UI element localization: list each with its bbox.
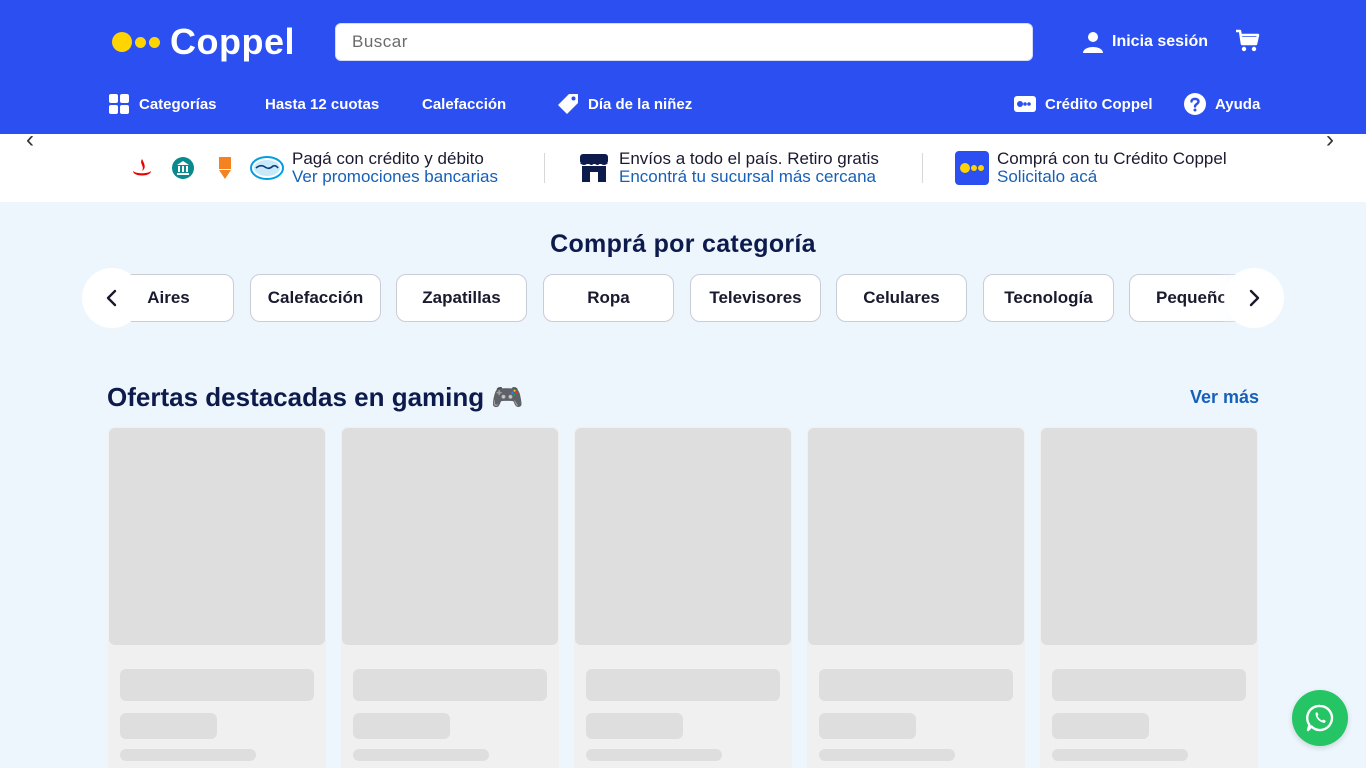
- info-shipping-link[interactable]: Encontrá tu sucursal más cercana: [619, 167, 876, 187]
- nav-calefaccion[interactable]: Calefacción: [422, 92, 506, 116]
- info-payment-link[interactable]: Ver promociones bancarias: [292, 167, 498, 187]
- info-credit-link[interactable]: Solicitalo acá: [997, 167, 1097, 187]
- divider: [544, 153, 545, 183]
- coppel-credit-icon: [955, 151, 989, 185]
- store-icon: [578, 152, 610, 184]
- categories-title: Comprá por categoría: [550, 230, 816, 258]
- help-icon: [1184, 93, 1206, 115]
- card-icon: [1014, 96, 1036, 112]
- product-card-skeleton[interactable]: [341, 427, 559, 768]
- galicia-icon: [216, 155, 234, 181]
- whatsapp-icon: [1306, 704, 1334, 732]
- category-tecnologia[interactable]: Tecnología: [983, 274, 1114, 322]
- category-carousel: Aires Calefacción Zapatillas Ropa Televi…: [104, 274, 1258, 322]
- category-prev-button[interactable]: [82, 268, 142, 328]
- search-bar[interactable]: [335, 23, 1033, 61]
- nav-label: Hasta 12 cuotas: [265, 95, 380, 113]
- strip-next-arrow[interactable]: ›: [1326, 126, 1334, 154]
- category-celulares[interactable]: Celulares: [836, 274, 967, 322]
- info-credit-title: Comprá con tu Crédito Coppel: [997, 149, 1227, 168]
- mercadopago-icon: [249, 155, 285, 181]
- product-card-skeleton[interactable]: [108, 427, 326, 768]
- whatsapp-button[interactable]: [1292, 690, 1348, 746]
- category-ropa[interactable]: Ropa: [543, 274, 674, 322]
- santander-icon: [130, 155, 154, 181]
- login-button[interactable]: Inicia sesión: [1082, 30, 1208, 54]
- cart-icon: [1236, 29, 1260, 52]
- nav-label: Categorías: [139, 95, 217, 113]
- nav-credito-coppel[interactable]: Crédito Coppel: [1014, 92, 1153, 116]
- product-card-skeleton[interactable]: [807, 427, 1025, 768]
- nav-dia-ninez[interactable]: Día de la niñez: [557, 92, 692, 116]
- nav-label: Día de la niñez: [588, 95, 693, 113]
- product-card-skeleton[interactable]: [1040, 427, 1258, 768]
- user-icon: [1083, 32, 1103, 53]
- category-next-button[interactable]: [1224, 268, 1284, 328]
- ver-mas-link[interactable]: Ver más: [1190, 387, 1259, 408]
- search-input[interactable]: [336, 24, 1032, 60]
- info-payment-title: Pagá con crédito y débito: [292, 149, 484, 168]
- chevron-right-icon: [1249, 289, 1260, 307]
- nav-categorias[interactable]: Categorías: [108, 92, 217, 116]
- coppel-logo[interactable]: Coppel: [112, 20, 295, 64]
- cart-button[interactable]: [1234, 28, 1260, 59]
- divider: [922, 153, 923, 183]
- category-televisores[interactable]: Televisores: [690, 274, 821, 322]
- tag-icon: [558, 94, 578, 114]
- nav-label: Ayuda: [1215, 95, 1261, 113]
- offers-title: Ofertas destacadas en gaming 🎮: [107, 382, 524, 412]
- nav-cuotas[interactable]: Hasta 12 cuotas: [265, 92, 379, 116]
- info-shipping-title: Envíos a todo el país. Retiro gratis: [619, 149, 879, 168]
- strip-prev-arrow[interactable]: ‹: [26, 126, 34, 154]
- category-calefaccion[interactable]: Calefacción: [250, 274, 381, 322]
- nav-label: Crédito Coppel: [1045, 95, 1153, 113]
- nav-ayuda[interactable]: Ayuda: [1184, 92, 1260, 116]
- nav-label: Calefacción: [422, 95, 507, 113]
- login-label: Inicia sesión: [1112, 33, 1209, 50]
- bank-nacion-icon: [171, 155, 195, 181]
- grid-icon: [109, 94, 129, 114]
- category-zapatillas[interactable]: Zapatillas: [396, 274, 527, 322]
- logo-text: Coppel: [170, 21, 295, 62]
- chevron-left-icon: [106, 289, 117, 307]
- logo-dots-icon: [112, 32, 160, 52]
- site-header: Coppel Inicia sesión Categorías Hasta 12…: [0, 0, 1366, 134]
- product-card-skeleton[interactable]: [574, 427, 792, 768]
